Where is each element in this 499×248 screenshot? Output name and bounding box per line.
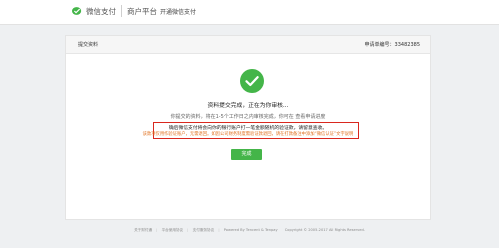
done-button[interactable]: 完成 xyxy=(231,149,262,160)
footer-divider: | xyxy=(187,228,189,232)
refund-instructions-note: 该款项仅用作验证账户，无需退回。如因公司财务制度需验证款退回，请在打款备注中添加… xyxy=(142,132,354,137)
footer-link-platform-agreement[interactable]: 平台使用协议 xyxy=(162,228,184,232)
check-circle-icon xyxy=(240,69,264,93)
panel-title: 提交资料 xyxy=(78,42,99,48)
footer-link-payment-agreement[interactable]: 支付服务协议 xyxy=(193,228,215,232)
submission-panel: 提交资料 申请单编号：33482385 资料提交完成，正在为你审核... 你提交… xyxy=(65,35,431,220)
platform-name: 商户平台 xyxy=(127,7,157,16)
powered-by: Powered By Tencent & Tenpay xyxy=(223,228,278,232)
page-subtitle: 开通微信支付 xyxy=(160,9,197,16)
footer-link-about[interactable]: 关于财付通 xyxy=(134,228,152,232)
verification-payment-note: 确后微信支付将会向你的银行账户打一笔金额随机的验证款，请留意查收。 xyxy=(168,126,328,131)
copyright: Copyright © 2005-2017 All Rights Reserve… xyxy=(284,228,365,232)
brand-name: 微信支付 xyxy=(86,7,116,16)
application-number: 申请单编号：33482385 xyxy=(364,42,420,48)
top-bar: 微信支付 商户平台 开通微信支付 xyxy=(0,0,499,25)
wechat-pay-logo-icon xyxy=(72,7,82,15)
footer: 关于财付通 | 平台使用协议 | 支付服务协议 | Powered By Ten… xyxy=(0,228,499,233)
panel-header: 提交资料 申请单编号：33482385 xyxy=(66,36,430,54)
brand-divider xyxy=(121,5,122,17)
footer-divider: | xyxy=(218,228,220,232)
footer-divider: | xyxy=(156,228,158,232)
status-title: 资料提交完成，正在为你审核... xyxy=(207,103,289,109)
review-progress-note: 你提交的资料，将在1-5个工作日之内审核完成，你可在 查看申请进度 xyxy=(170,114,326,120)
